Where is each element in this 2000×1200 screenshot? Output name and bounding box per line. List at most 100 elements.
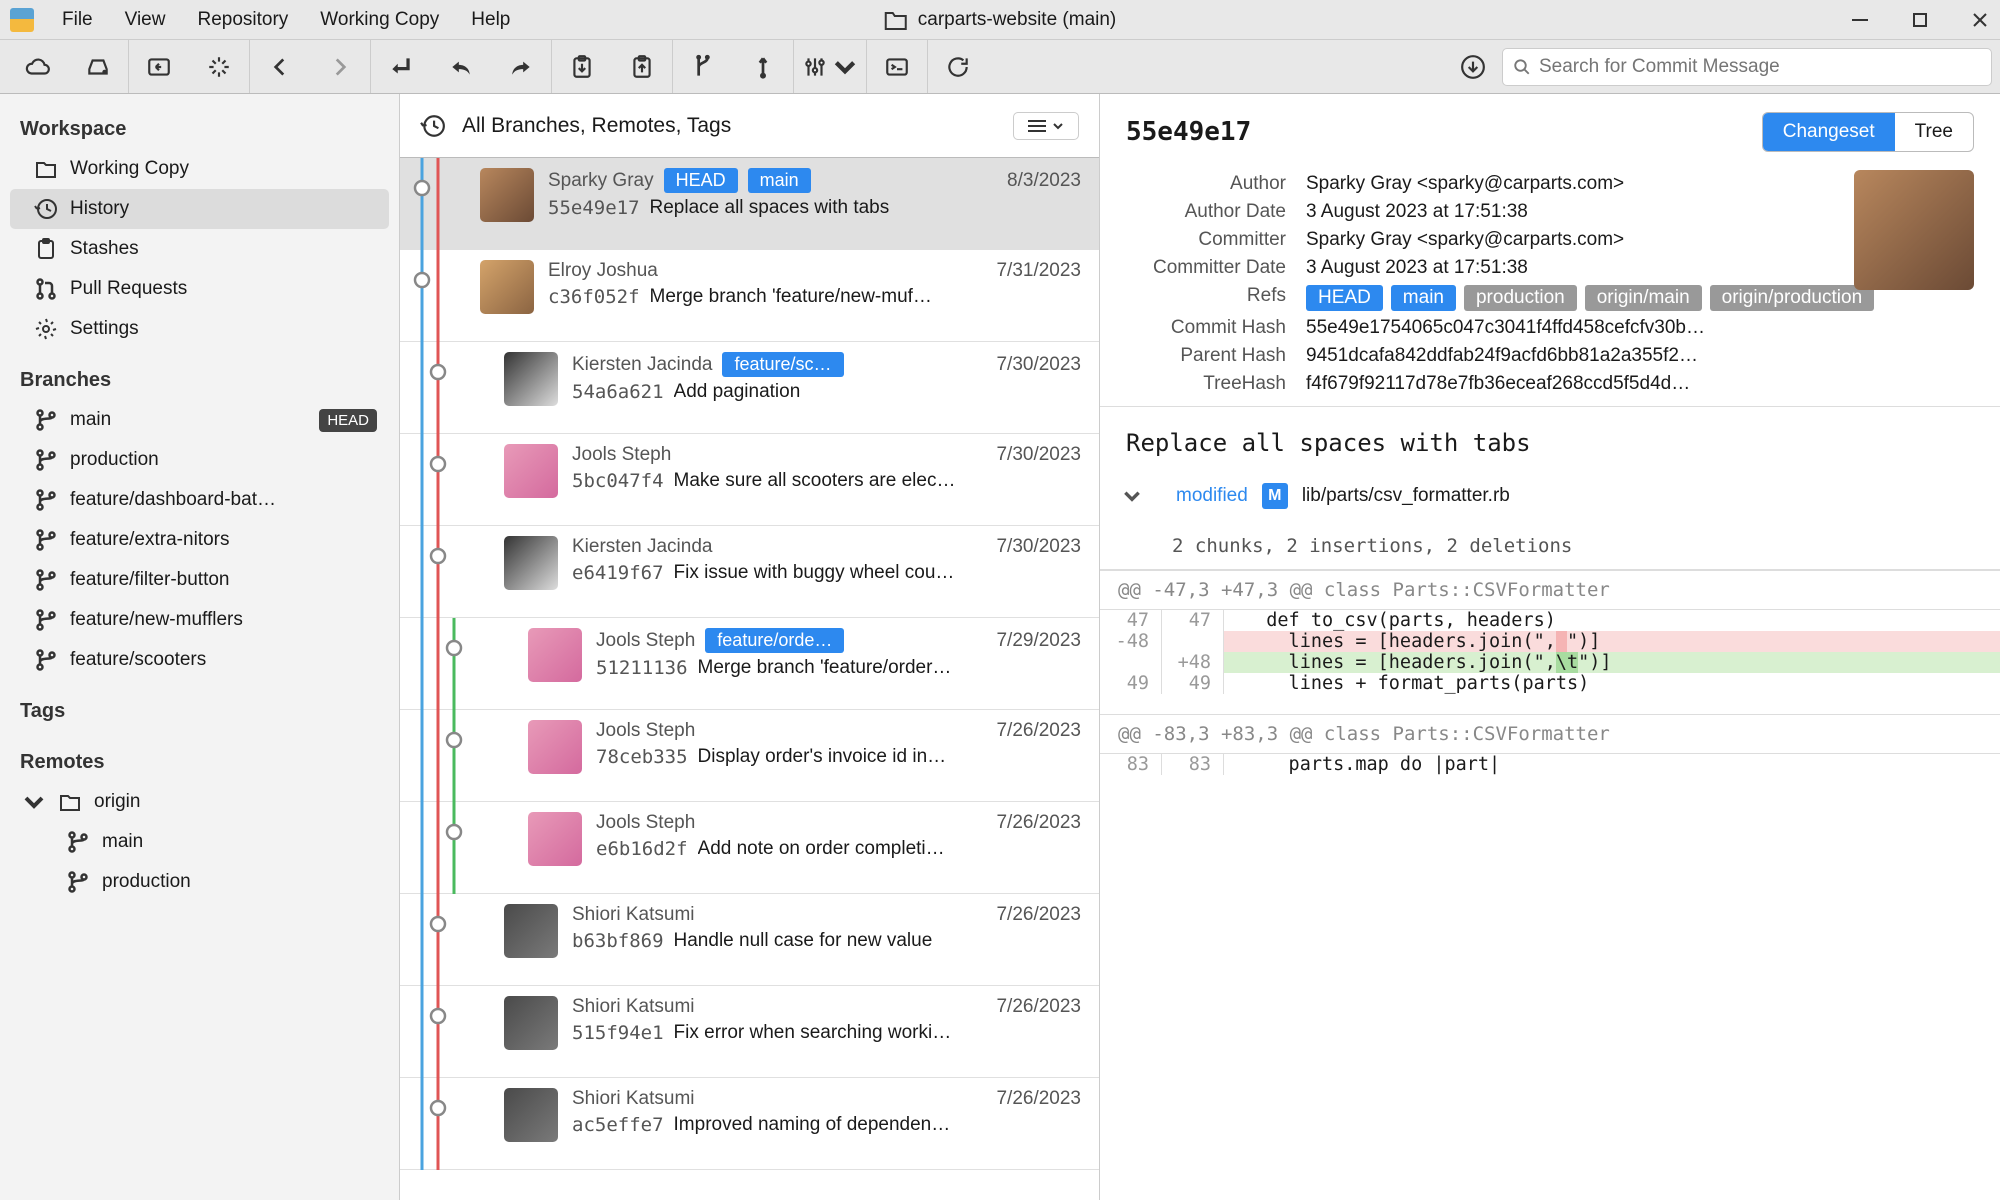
sidebar-branch-item[interactable]: production bbox=[10, 440, 389, 480]
diff-line: 4747 def to_csv(parts, headers) bbox=[1100, 610, 2000, 631]
commit-author: Kiersten Jacinda bbox=[572, 536, 712, 558]
sidebar-working-copy[interactable]: Working Copy bbox=[10, 149, 389, 189]
merge-button[interactable] bbox=[673, 40, 733, 93]
sidebar-remote-origin[interactable]: origin bbox=[10, 782, 389, 822]
commit-row[interactable]: Shiori Katsumi7/26/2023b63bf869Handle nu… bbox=[400, 894, 1099, 986]
commit-row[interactable]: Jools Steph7/26/202378ceb335Display orde… bbox=[400, 710, 1099, 802]
cloud-button[interactable] bbox=[8, 40, 68, 93]
list-icon bbox=[1028, 119, 1046, 133]
sidebar-settings[interactable]: Settings bbox=[10, 309, 389, 349]
sidebar-item-label: feature/scooters bbox=[70, 649, 206, 671]
ref-chip[interactable]: main bbox=[1391, 285, 1456, 311]
toolbar bbox=[0, 40, 2000, 94]
maximize-button[interactable] bbox=[1910, 10, 1930, 30]
ref-chip[interactable]: HEAD bbox=[1306, 285, 1383, 311]
sidebar-stashes[interactable]: Stashes bbox=[10, 229, 389, 269]
avatar bbox=[504, 904, 558, 958]
terminal-button[interactable] bbox=[867, 40, 927, 93]
sidebar-branch-item[interactable]: feature/new-mufflers bbox=[10, 600, 389, 640]
meta-tree-hash: f4f679f92117d78e7fb36eceaf268ccd5f5d4d… bbox=[1306, 373, 1974, 395]
avatar bbox=[528, 720, 582, 774]
repo-title-text: carparts-website (main) bbox=[918, 9, 1117, 31]
clipboard-up-button[interactable] bbox=[612, 40, 672, 93]
sidebar-branch-item[interactable]: feature/dashboard-bat… bbox=[10, 480, 389, 520]
commit-row[interactable]: Kiersten Jacinda7/30/2023e6419f67Fix iss… bbox=[400, 526, 1099, 618]
meta-label-tree-hash: TreeHash bbox=[1126, 373, 1306, 395]
sidebar-item-label: Settings bbox=[70, 318, 139, 340]
minimize-button[interactable] bbox=[1850, 10, 1870, 30]
settings-sliders-button[interactable] bbox=[794, 40, 866, 93]
sidebar-remote-branch-item[interactable]: production bbox=[10, 862, 389, 902]
avatar bbox=[480, 168, 534, 222]
forward-button[interactable] bbox=[310, 40, 370, 93]
download-icon[interactable] bbox=[1456, 50, 1490, 84]
commit-row[interactable]: Jools Steph7/26/2023e6b16d2fAdd note on … bbox=[400, 802, 1099, 894]
line-number-new bbox=[1162, 631, 1224, 652]
commit-hash: e6b16d2f bbox=[596, 838, 688, 860]
ref-chip[interactable]: origin/production bbox=[1710, 285, 1874, 311]
clipboard-down-button[interactable] bbox=[552, 40, 612, 93]
meta-label-parent-hash: Parent Hash bbox=[1126, 345, 1306, 367]
sidebar-branch-item[interactable]: feature/filter-button bbox=[10, 560, 389, 600]
menu-repository[interactable]: Repository bbox=[183, 5, 302, 35]
commit-date: 7/26/2023 bbox=[996, 720, 1081, 742]
file-status-badge: M bbox=[1262, 483, 1288, 509]
avatar bbox=[504, 352, 558, 406]
commit-row[interactable]: Jools Steph7/30/20235bc047f4Make sure al… bbox=[400, 434, 1099, 526]
sidebar-item-label: main bbox=[102, 831, 143, 853]
menu-working-copy[interactable]: Working Copy bbox=[306, 5, 453, 35]
commit-message: Fix issue with buggy wheel cou… bbox=[674, 562, 1081, 584]
folder-icon bbox=[884, 9, 908, 31]
code-content: lines + format_parts(parts) bbox=[1224, 673, 2000, 694]
commit-author: Jools Steph bbox=[596, 812, 695, 834]
commit-row[interactable]: Sparky GrayHEADmain8/3/202355e49e17Repla… bbox=[400, 158, 1099, 250]
reveal-button[interactable] bbox=[129, 40, 189, 93]
commit-list[interactable]: Sparky GrayHEADmain8/3/202355e49e17Repla… bbox=[400, 158, 1099, 1200]
pull-button[interactable] bbox=[371, 40, 431, 93]
sidebar-branch-item[interactable]: feature/extra-nitors bbox=[10, 520, 389, 560]
menu-help[interactable]: Help bbox=[457, 5, 524, 35]
commit-message-title: Replace all spaces with tabs bbox=[1100, 406, 2000, 475]
sidebar-pull-requests[interactable]: Pull Requests bbox=[10, 269, 389, 309]
view-segmented-control[interactable]: Changeset Tree bbox=[1762, 112, 1974, 152]
file-row[interactable]: modified M lib/parts/csv_formatter.rb bbox=[1100, 475, 2000, 523]
tree-tab[interactable]: Tree bbox=[1895, 113, 1973, 151]
view-mode-toggle[interactable] bbox=[1013, 112, 1079, 140]
menu-view[interactable]: View bbox=[111, 5, 180, 35]
line-number-new: 83 bbox=[1162, 754, 1224, 775]
chevron-down-icon bbox=[22, 790, 46, 814]
ref-chip[interactable]: origin/main bbox=[1585, 285, 1702, 311]
commit-row[interactable]: Jools Stephfeature/orde…7/29/20235121113… bbox=[400, 618, 1099, 710]
sidebar-branch-item[interactable]: feature/scooters bbox=[10, 640, 389, 680]
push-button[interactable] bbox=[491, 40, 551, 93]
menu-file[interactable]: File bbox=[48, 5, 107, 35]
commit-hash: 55e49e17 bbox=[548, 197, 640, 219]
sidebar-item-label: main bbox=[70, 409, 111, 431]
close-button[interactable] bbox=[1970, 10, 1990, 30]
commit-row[interactable]: Shiori Katsumi7/26/2023515f94e1Fix error… bbox=[400, 986, 1099, 1078]
app-icon bbox=[10, 8, 34, 32]
avatar bbox=[528, 812, 582, 866]
commit-row[interactable]: Shiori Katsumi7/26/2023ac5effe7Improved … bbox=[400, 1078, 1099, 1170]
sidebar-remote-branch-item[interactable]: main bbox=[10, 822, 389, 862]
undo-button[interactable] bbox=[431, 40, 491, 93]
commit-date: 7/29/2023 bbox=[996, 630, 1081, 652]
changeset-tab[interactable]: Changeset bbox=[1763, 113, 1895, 151]
commit-date: 7/26/2023 bbox=[996, 996, 1081, 1018]
ref-chip[interactable]: production bbox=[1464, 285, 1577, 311]
back-button[interactable] bbox=[250, 40, 310, 93]
refresh-button[interactable] bbox=[928, 40, 988, 93]
branch-button[interactable] bbox=[733, 40, 793, 93]
commit-row[interactable]: Elroy Joshua7/31/2023c36f052fMerge branc… bbox=[400, 250, 1099, 342]
drive-button[interactable] bbox=[68, 40, 128, 93]
commit-filter-label[interactable]: All Branches, Remotes, Tags bbox=[462, 114, 731, 138]
search-box[interactable] bbox=[1502, 48, 1992, 86]
sidebar-branch-item[interactable]: mainHEAD bbox=[10, 400, 389, 440]
ref-badge: feature/sc… bbox=[722, 352, 843, 377]
commit-row[interactable]: Kiersten Jacindafeature/sc…7/30/202354a6… bbox=[400, 342, 1099, 434]
search-input[interactable] bbox=[1539, 56, 1981, 78]
avatar bbox=[504, 996, 558, 1050]
magic-button[interactable] bbox=[189, 40, 249, 93]
sidebar-history[interactable]: History bbox=[10, 189, 389, 229]
sidebar-item-label: History bbox=[70, 198, 129, 220]
